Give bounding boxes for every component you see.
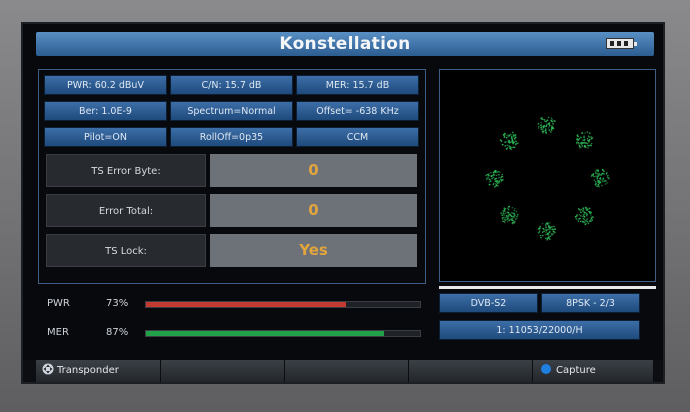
- pwr-meter-fill: [146, 302, 347, 307]
- constellation-view: [439, 69, 656, 282]
- spectrum-chip[interactable]: Spectrum=Normal: [170, 101, 293, 121]
- ts-lock-label: TS Lock:: [46, 234, 206, 267]
- constellation-cluster: [574, 206, 594, 226]
- ccm-chip[interactable]: CCM: [296, 127, 419, 147]
- error-total-label: Error Total:: [46, 194, 206, 227]
- softkey-blank-3[interactable]: [285, 360, 409, 382]
- modulation-chip[interactable]: 8PSK - 2/3: [541, 293, 640, 313]
- softkey-bar: Transponder Capture: [23, 360, 663, 382]
- transponder-chip[interactable]: 1: 11053/22000/H: [439, 320, 640, 340]
- constellation-cluster: [485, 169, 504, 188]
- measurement-panel: PWR: 60.2 dBuV C/N: 15.7 dB MER: 15.7 dB…: [38, 69, 426, 284]
- mer-meter-track: [145, 330, 421, 337]
- capture-softkey-label: Capture: [556, 365, 596, 376]
- constellation-divider: [439, 286, 656, 289]
- standard-chip[interactable]: DVB-S2: [439, 293, 538, 313]
- constellation-cluster: [575, 131, 594, 149]
- pwr-meter-label: PWR: [47, 298, 70, 309]
- title-bar: Konstellation: [36, 32, 654, 56]
- ts-lock-value: Yes: [210, 234, 417, 267]
- transponder-softkey-label: Transponder: [57, 365, 119, 376]
- ber-chip[interactable]: Ber: 1.0E-9: [44, 101, 167, 121]
- ts-error-byte-label: TS Error Byte:: [46, 154, 206, 187]
- error-total-value: 0: [210, 194, 417, 227]
- rolloff-chip[interactable]: RollOff=0p35: [170, 127, 293, 147]
- constellation-plot: [485, 116, 610, 241]
- constellation-cluster: [537, 222, 557, 241]
- battery-icon: [606, 38, 637, 49]
- mer-chip[interactable]: MER: 15.7 dB: [296, 75, 419, 95]
- constellation-cluster: [537, 116, 556, 135]
- meter-screen: Konstellation PWR: 60.2 dBuV C/N: 15.7 d…: [21, 22, 665, 384]
- offset-chip[interactable]: Offset= -638 KHz: [296, 101, 419, 121]
- pwr-chip[interactable]: PWR: 60.2 dBuV: [44, 75, 167, 95]
- transponder-softkey[interactable]: Transponder: [36, 360, 161, 382]
- softkey-blank-4[interactable]: [409, 360, 533, 382]
- constellation-cluster: [590, 168, 610, 188]
- mer-meter-label: MER: [47, 327, 69, 338]
- ts-error-byte-value: 0: [210, 154, 417, 187]
- pwr-meter-percent: 73%: [106, 298, 129, 309]
- constellation-cluster: [500, 205, 519, 225]
- capture-softkey[interactable]: Capture: [533, 360, 654, 382]
- dpad-icon: [42, 362, 54, 375]
- page-title: Konstellation: [279, 34, 411, 54]
- pwr-meter-track: [145, 301, 421, 308]
- cn-chip[interactable]: C/N: 15.7 dB: [170, 75, 293, 95]
- mer-meter-percent: 87%: [106, 327, 129, 338]
- constellation-cluster: [499, 131, 519, 151]
- blue-dot-icon: [541, 364, 551, 374]
- softkey-blank-2[interactable]: [161, 360, 285, 382]
- mer-meter-fill: [146, 331, 385, 336]
- pilot-chip[interactable]: Pilot=ON: [44, 127, 167, 147]
